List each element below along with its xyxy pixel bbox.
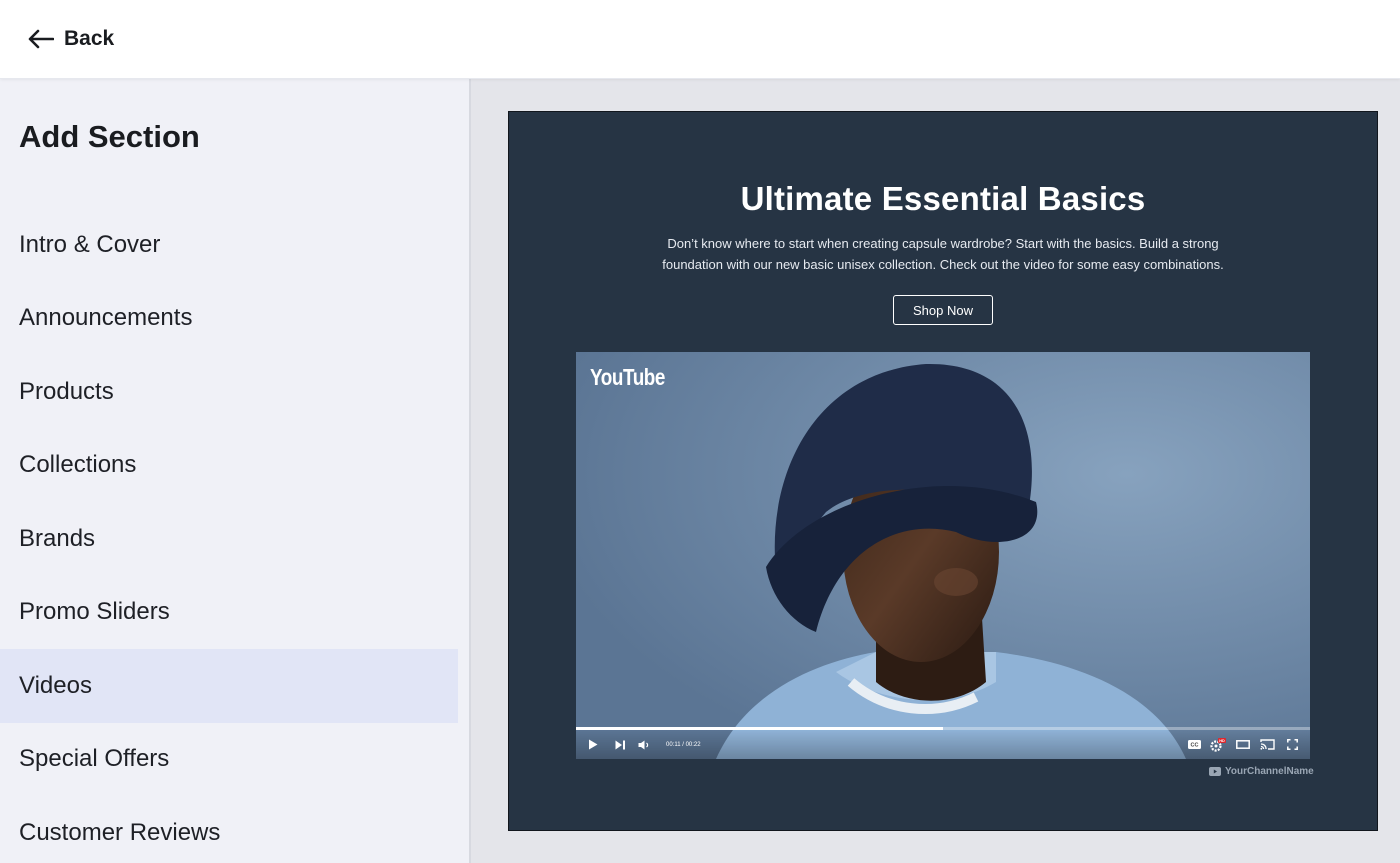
channel-name: YourChannelName: [1225, 766, 1314, 777]
cast-icon: [1260, 739, 1275, 750]
sidebar-item-promo-sliders[interactable]: Promo Sliders: [0, 576, 458, 650]
captions-button[interactable]: CC: [1182, 735, 1206, 755]
top-bar: Back: [0, 0, 1400, 79]
theater-button[interactable]: [1230, 735, 1255, 755]
svg-text:HD: HD: [1219, 739, 1225, 743]
video-player[interactable]: YouTube 00:11 / 00:22 CC HD: [576, 352, 1310, 759]
sidebar-item-intro-cover[interactable]: Intro & Cover: [0, 208, 458, 282]
back-label: Back: [64, 27, 115, 50]
video-controls: 00:11 / 00:22 CC HD: [576, 730, 1310, 759]
fullscreen-button[interactable]: [1280, 735, 1304, 755]
volume-icon: [638, 740, 649, 749]
arrow-left-icon: [28, 29, 54, 49]
sidebar-item-brands[interactable]: Brands: [0, 502, 458, 576]
section-description: Don’t know where to start when creating …: [662, 236, 1224, 272]
video-section-preview[interactable]: Ultimate Essential Basics Don’t know whe…: [508, 111, 1378, 831]
next-icon: [615, 740, 625, 749]
svg-text:CC: CC: [1190, 743, 1198, 749]
shop-now-button[interactable]: Shop Now: [893, 295, 993, 325]
sidebar-item-products[interactable]: Products: [0, 355, 458, 429]
next-button[interactable]: [608, 735, 632, 755]
play-button[interactable]: [578, 735, 608, 755]
settings-button[interactable]: HD: [1206, 735, 1230, 755]
section-title: Ultimate Essential Basics: [740, 180, 1146, 217]
play-icon: [589, 739, 598, 750]
video-thumbnail: [576, 352, 1310, 759]
youtube-logo: YouTube: [590, 364, 666, 390]
youtube-icon: [1209, 767, 1221, 776]
sidebar-item-special-offers[interactable]: Special Offers: [0, 723, 458, 797]
channel-link[interactable]: YourChannelName: [1209, 766, 1314, 777]
captions-icon: CC: [1187, 740, 1201, 749]
sidebar-item-customer-reviews[interactable]: Customer Reviews: [0, 796, 458, 863]
sidebar-item-announcements[interactable]: Announcements: [0, 282, 458, 356]
cast-button[interactable]: [1255, 735, 1280, 755]
video-time: 00:11 / 00:22: [666, 741, 701, 748]
preview-canvas: Ultimate Essential Basics Don’t know whe…: [471, 79, 1400, 863]
sidebar-title: Add Section: [19, 119, 200, 154]
back-button[interactable]: Back: [28, 27, 114, 51]
section-list: Intro & Cover Announcements Products Col…: [0, 208, 458, 863]
settings-icon: HD: [1210, 737, 1226, 752]
fullscreen-icon: [1286, 739, 1298, 750]
theater-icon: [1235, 740, 1250, 749]
sidebar-item-collections[interactable]: Collections: [0, 429, 458, 503]
volume-button[interactable]: [632, 735, 656, 755]
add-section-sidebar: Add Section Intro & Cover Announcements …: [0, 79, 471, 863]
sidebar-item-videos[interactable]: Videos: [0, 649, 458, 723]
